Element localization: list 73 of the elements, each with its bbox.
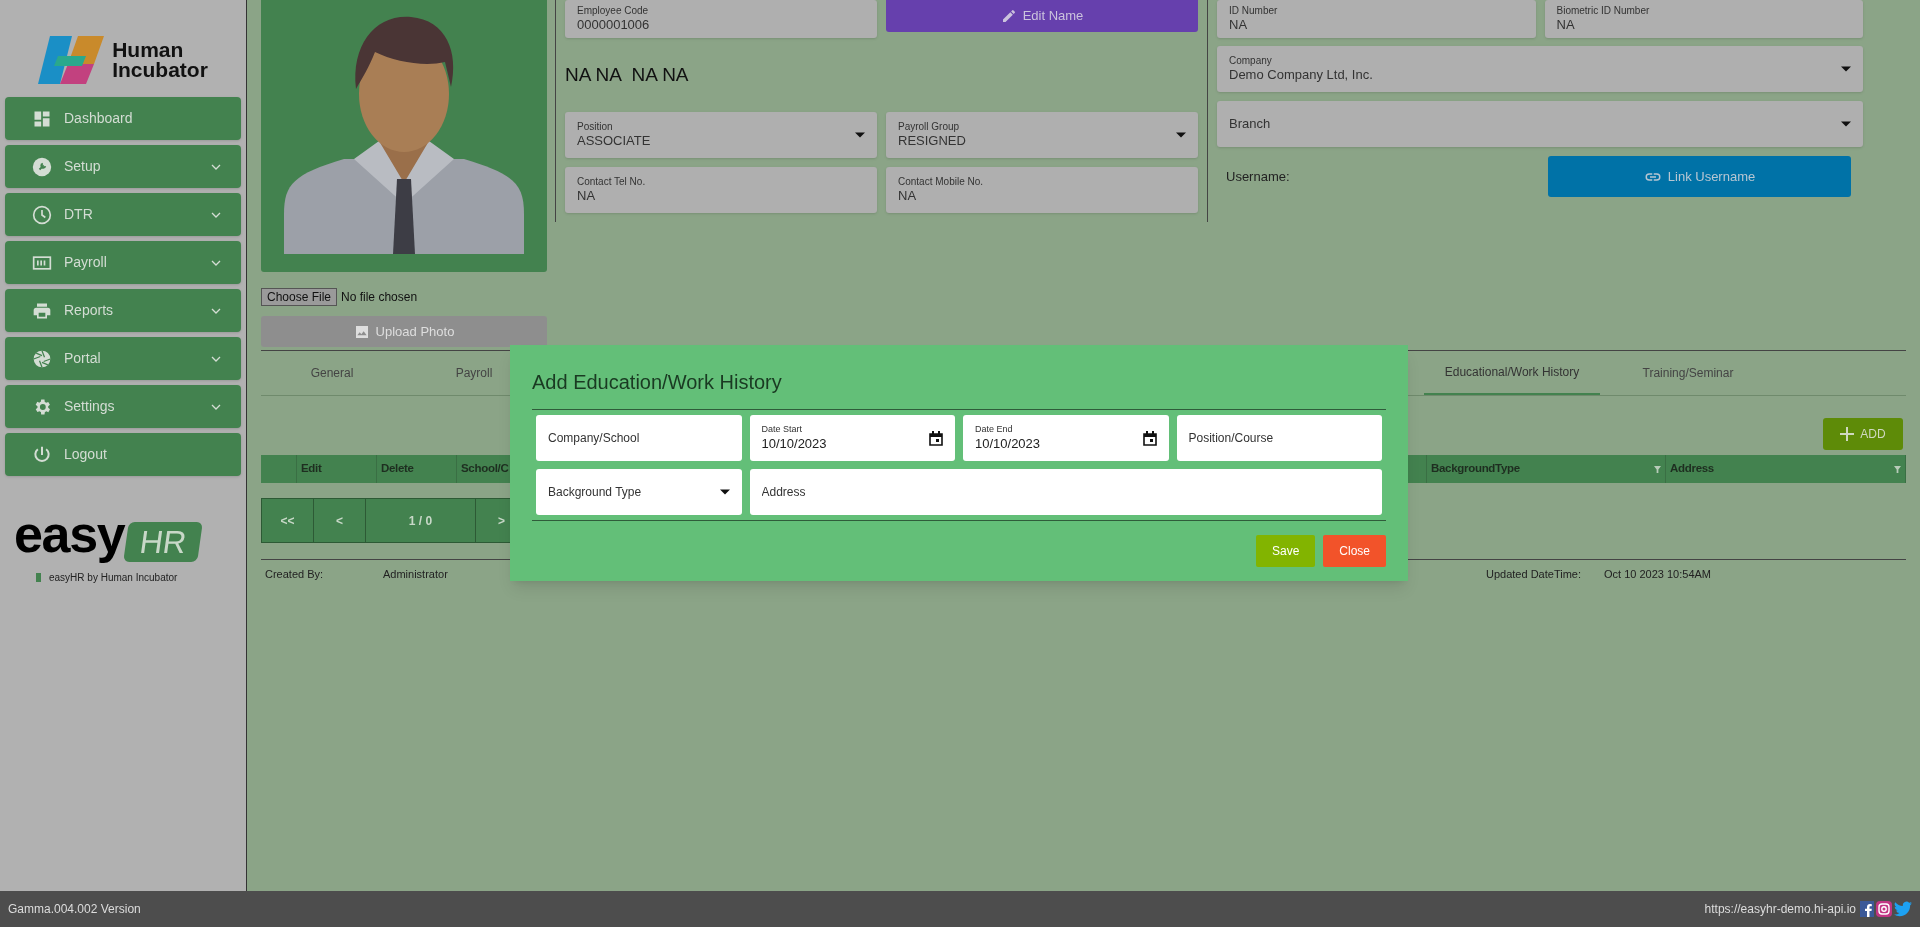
dropdown-caret-icon: [1176, 132, 1186, 138]
clock-icon: [32, 204, 52, 225]
date-field[interactable]: Date Start 10/10/2023: [749, 415, 955, 461]
tab[interactable]: Educational/Work History: [1424, 351, 1600, 395]
nav-item[interactable]: Reports: [5, 289, 241, 332]
date-field[interactable]: Date End 10/10/2023: [963, 415, 1169, 461]
add-button[interactable]: ADD: [1823, 418, 1903, 450]
choose-file-button[interactable]: Choose File: [261, 288, 338, 306]
instagram-icon[interactable]: [1876, 901, 1892, 917]
dropdown-caret-icon: [1841, 121, 1851, 127]
column-header: School/C: [461, 461, 510, 477]
tab[interactable]: Training/Seminar: [1600, 351, 1776, 395]
nav-item[interactable]: Payroll: [5, 241, 241, 284]
tab[interactable]: General: [261, 351, 403, 395]
version-text: Gamma.004.002 Version: [8, 901, 142, 918]
text-field[interactable]: Employee Code 0000001006: [565, 0, 877, 38]
brand-caption: easyHR by Human Incubator: [49, 571, 178, 585]
dropdown-caret-icon: [1841, 66, 1851, 72]
text-field[interactable]: ID Number NA: [1217, 0, 1536, 38]
nav-item[interactable]: Portal: [5, 337, 241, 380]
file-status-text: No file chosen: [341, 289, 418, 306]
column-header: BackgroundType: [1431, 461, 1521, 477]
aperture-icon: [32, 348, 52, 369]
text-field[interactable]: Biometric ID Number NA: [1544, 0, 1863, 38]
text-input[interactable]: Address: [749, 469, 1382, 515]
audit-value: Oct 10 2023 10:54AM: [1603, 567, 1711, 582]
nav-item[interactable]: Logout: [5, 433, 241, 476]
facebook-icon[interactable]: [1860, 901, 1874, 917]
pager-button[interactable]: <<: [262, 499, 314, 542]
logo-text: Incubator: [112, 60, 208, 80]
image-icon: [353, 323, 370, 340]
dropdown-field[interactable]: Payroll Group RESIGNED: [886, 112, 1198, 158]
text-field[interactable]: Contact Tel No. NA: [565, 167, 877, 213]
text-field[interactable]: Contact Mobile No. NA: [886, 167, 1198, 213]
edit-name-button[interactable]: Edit Name: [886, 0, 1198, 32]
nav-item[interactable]: Setup: [5, 145, 241, 188]
pager-button[interactable]: <: [314, 499, 366, 542]
dropdown-caret-icon: [719, 489, 730, 495]
nav-item[interactable]: Settings: [5, 385, 241, 428]
pencil-icon: [1000, 8, 1017, 24]
dropdown-caret-icon: [855, 132, 865, 138]
page-indicator: 1 / 0: [408, 512, 433, 530]
username-label: Username:: [1225, 167, 1291, 186]
calendar-icon[interactable]: [1142, 430, 1157, 446]
calendar-icon[interactable]: [929, 430, 943, 446]
brand-wordmark: easy: [14, 506, 125, 562]
dropdown-field[interactable]: Branch: [1217, 101, 1863, 147]
employee-full-name: NA NA NA NA: [565, 62, 689, 87]
text-input[interactable]: Position/Course: [1176, 415, 1382, 461]
save-button[interactable]: Save: [1255, 535, 1316, 567]
audit-label: Created By:: [265, 567, 325, 582]
nav-item[interactable]: DTR: [5, 193, 241, 236]
modal-title: Add Education/Work History: [532, 370, 783, 395]
dropdown-field[interactable]: Company Demo Company Ltd, Inc.: [1217, 46, 1863, 92]
audit-value: Administrator: [382, 567, 448, 582]
brand-mark-icon: [36, 573, 41, 582]
column-header: Address: [1670, 461, 1715, 477]
logo-text: Human: [112, 40, 185, 60]
background-type-dropdown[interactable]: Background Type: [536, 469, 742, 515]
close-button[interactable]: Close: [1323, 535, 1386, 567]
filter-icon[interactable]: [1894, 465, 1901, 473]
nav-item[interactable]: Dashboard: [5, 97, 241, 140]
filter-icon[interactable]: [1654, 465, 1661, 473]
dropdown-field[interactable]: Position ASSOCIATE: [565, 112, 877, 158]
audit-label: Updated DateTime:: [1486, 567, 1582, 582]
site-url: https://easyhr-demo.hi-api.io: [1704, 901, 1856, 918]
link-username-button[interactable]: Link Username: [1548, 156, 1851, 197]
power-icon: [32, 444, 52, 465]
logo-icon: [38, 36, 105, 84]
column-header: Delete: [381, 461, 415, 477]
text-input[interactable]: Company/School: [536, 415, 742, 461]
plus-icon: [1840, 427, 1855, 441]
column-header: Edit: [301, 461, 323, 477]
